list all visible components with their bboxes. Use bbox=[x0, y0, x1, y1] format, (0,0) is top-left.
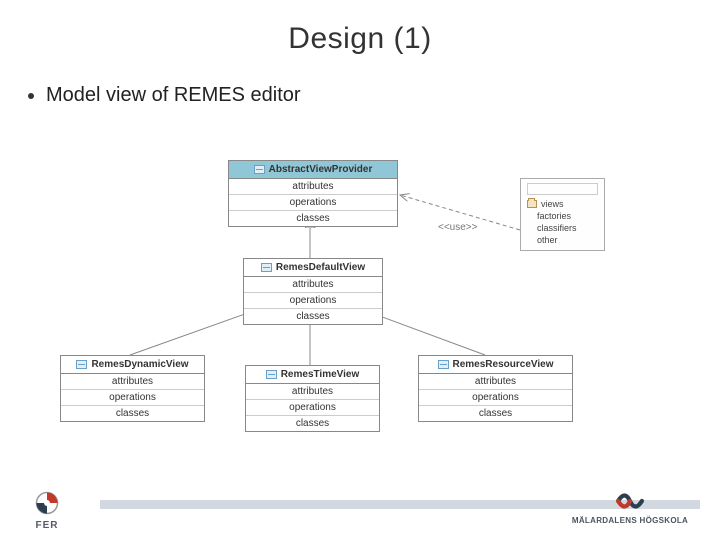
footer-left-label: FER bbox=[22, 520, 72, 531]
class-name: AbstractViewProvider bbox=[269, 164, 373, 175]
bullet-dot-icon bbox=[28, 93, 34, 99]
reference-outline-box: views factories classifiers other bbox=[520, 178, 605, 251]
class-remes-resource-view: RemesResourceView attributes operations … bbox=[418, 355, 573, 422]
class-name: RemesTimeView bbox=[281, 369, 360, 380]
ref-item: factories bbox=[537, 211, 571, 221]
compartment-classes: classes bbox=[229, 211, 397, 226]
mdh-logo-icon bbox=[613, 488, 647, 514]
package-icon bbox=[527, 200, 537, 208]
class-icon bbox=[76, 360, 87, 369]
class-icon bbox=[254, 165, 265, 174]
compartment-attributes: attributes bbox=[229, 179, 397, 195]
class-name: RemesDefaultView bbox=[276, 262, 365, 273]
footer-logo-right: MÄLARDALENS HÖGSKOLA bbox=[560, 488, 700, 525]
bullet-item: Model view of REMES editor bbox=[28, 84, 720, 107]
fer-logo-icon bbox=[32, 488, 62, 518]
compartment-classes: classes bbox=[419, 406, 572, 421]
class-icon bbox=[266, 370, 277, 379]
uml-diagram: <<use>> AbstractViewProvider attributes … bbox=[40, 140, 680, 450]
class-icon bbox=[261, 263, 272, 272]
compartment-attributes: attributes bbox=[61, 374, 204, 390]
slide-footer: FER MÄLARDALENS HÖGSKOLA bbox=[0, 482, 720, 540]
class-remes-default-view: RemesDefaultView attributes operations c… bbox=[243, 258, 383, 325]
ref-item: classifiers bbox=[537, 223, 577, 233]
compartment-classes: classes bbox=[244, 309, 382, 324]
compartment-operations: operations bbox=[229, 195, 397, 211]
class-name: RemesResourceView bbox=[453, 359, 554, 370]
class-icon bbox=[438, 360, 449, 369]
compartment-operations: operations bbox=[61, 390, 204, 406]
footer-logo-left: FER bbox=[22, 488, 72, 534]
class-remes-dynamic-view: RemesDynamicView attributes operations c… bbox=[60, 355, 205, 422]
class-abstract-view-provider: AbstractViewProvider attributes operatio… bbox=[228, 160, 398, 227]
compartment-attributes: attributes bbox=[246, 384, 379, 400]
compartment-operations: operations bbox=[419, 390, 572, 406]
bullet-text: Model view of REMES editor bbox=[46, 84, 301, 107]
slide-title: Design (1) bbox=[0, 0, 720, 56]
footer-right-label: MÄLARDALENS HÖGSKOLA bbox=[560, 516, 700, 525]
ref-item: other bbox=[537, 235, 558, 245]
compartment-classes: classes bbox=[61, 406, 204, 421]
class-name: RemesDynamicView bbox=[91, 359, 188, 370]
compartment-operations: operations bbox=[244, 293, 382, 309]
compartment-operations: operations bbox=[246, 400, 379, 416]
compartment-attributes: attributes bbox=[244, 277, 382, 293]
compartment-attributes: attributes bbox=[419, 374, 572, 390]
compartment-classes: classes bbox=[246, 416, 379, 431]
use-stereotype-label: <<use>> bbox=[438, 222, 477, 233]
class-remes-time-view: RemesTimeView attributes operations clas… bbox=[245, 365, 380, 432]
ref-pkg-name: views bbox=[541, 199, 564, 209]
